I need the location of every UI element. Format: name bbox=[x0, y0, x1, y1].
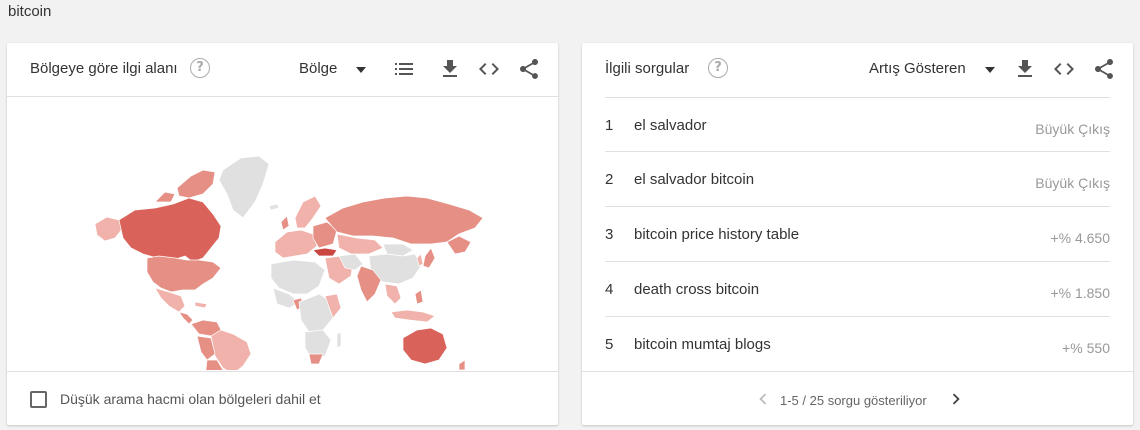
query-row[interactable]: 5 bitcoin mumtaj blogs +% 550 bbox=[605, 317, 1110, 372]
query-rank: 1 bbox=[605, 117, 614, 134]
help-icon[interactable]: ? bbox=[190, 58, 210, 78]
query-rank: 5 bbox=[605, 336, 614, 353]
region-western-europe bbox=[274, 229, 318, 259]
caret-down-icon[interactable] bbox=[985, 67, 995, 73]
query-text[interactable]: bitcoin price history table bbox=[634, 226, 799, 243]
query-row[interactable]: 3 bitcoin price history table +% 4.650 bbox=[605, 207, 1110, 262]
region-philippines bbox=[414, 289, 424, 305]
region-iceland bbox=[268, 203, 280, 211]
region-greenland bbox=[218, 155, 270, 219]
region-card-title: Bölgeye göre ilgi alanı bbox=[30, 60, 178, 77]
query-text[interactable]: bitcoin mumtaj blogs bbox=[634, 336, 771, 353]
region-north-africa bbox=[270, 259, 326, 295]
query-value: Büyük Çıkış bbox=[1035, 121, 1110, 137]
low-volume-checkbox[interactable] bbox=[30, 391, 47, 408]
region-japan bbox=[422, 247, 436, 269]
query-row[interactable]: 2 el salvador bitcoin Büyük Çıkış bbox=[605, 152, 1110, 207]
world-map[interactable] bbox=[7, 98, 558, 405]
region-usa bbox=[146, 255, 222, 293]
share-icon[interactable] bbox=[1092, 57, 1116, 81]
region-central-america bbox=[178, 311, 194, 325]
region-kazakhstan bbox=[336, 233, 384, 255]
region-arctic-islands-2 bbox=[154, 191, 176, 203]
caret-down-icon[interactable] bbox=[356, 67, 366, 73]
query-row[interactable]: 1 el salvador Büyük Çıkış bbox=[605, 97, 1110, 152]
region-card-header: Bölgeye göre ilgi alanı ? Bölge bbox=[7, 43, 558, 97]
embed-code-icon[interactable] bbox=[1052, 57, 1076, 81]
region-scandinavia bbox=[294, 195, 322, 229]
region-south-africa bbox=[308, 353, 324, 365]
region-canada bbox=[118, 197, 222, 263]
queries-type-select[interactable]: Artış Gösteren bbox=[869, 60, 966, 77]
region-australia bbox=[402, 327, 448, 365]
pagination-text: 1-5 / 25 sorgu gösteriliyor bbox=[780, 393, 927, 408]
list-icon[interactable] bbox=[392, 57, 416, 81]
region-interest-card: Bölgeye göre ilgi alanı ? Bölge Düşük ar… bbox=[7, 43, 558, 425]
query-value: +% 1.850 bbox=[1050, 285, 1110, 301]
related-queries-card: İlgili sorgular ? Artış Gösteren 1 el sa… bbox=[582, 43, 1133, 425]
region-indonesia bbox=[390, 309, 436, 323]
query-row[interactable]: 4 death cross bitcoin +% 1.850 bbox=[605, 262, 1110, 317]
region-uk bbox=[280, 215, 290, 231]
region-resolution-select[interactable]: Bölge bbox=[299, 60, 337, 77]
query-rank: 3 bbox=[605, 226, 614, 243]
queries-card-title: İlgili sorgular bbox=[605, 60, 690, 77]
region-turkey bbox=[312, 247, 338, 257]
queries-card-footer: 1-5 / 25 sorgu gösteriliyor bbox=[582, 371, 1133, 425]
query-value: +% 550 bbox=[1062, 340, 1110, 356]
embed-code-icon[interactable] bbox=[477, 57, 501, 81]
region-caribbean bbox=[194, 301, 208, 309]
region-madagascar bbox=[336, 331, 342, 349]
query-text[interactable]: death cross bitcoin bbox=[634, 281, 759, 298]
query-text[interactable]: el salvador bbox=[634, 117, 707, 134]
chevron-left-icon[interactable] bbox=[752, 387, 774, 411]
region-new-zealand bbox=[458, 359, 466, 371]
region-se-asia bbox=[384, 283, 402, 305]
query-rank: 4 bbox=[605, 281, 614, 298]
query-text[interactable]: el salvador bitcoin bbox=[634, 171, 754, 188]
region-card-footer: Düşük arama hacmi olan bölgeleri dahil e… bbox=[7, 371, 558, 425]
query-value: +% 4.650 bbox=[1050, 230, 1110, 246]
download-icon[interactable] bbox=[1013, 57, 1037, 81]
download-icon[interactable] bbox=[438, 57, 462, 81]
share-icon[interactable] bbox=[517, 57, 541, 81]
queries-card-header: İlgili sorgular ? Artış Gösteren bbox=[582, 43, 1133, 97]
help-icon[interactable]: ? bbox=[708, 58, 728, 78]
region-arctic-islands bbox=[176, 169, 216, 199]
query-value: Büyük Çıkış bbox=[1035, 175, 1110, 191]
query-rank: 2 bbox=[605, 171, 614, 188]
chevron-right-icon[interactable] bbox=[945, 387, 967, 411]
low-volume-checkbox-label[interactable]: Düşük arama hacmi olan bölgeleri dahil e… bbox=[60, 391, 321, 407]
search-term: bitcoin bbox=[8, 3, 52, 20]
